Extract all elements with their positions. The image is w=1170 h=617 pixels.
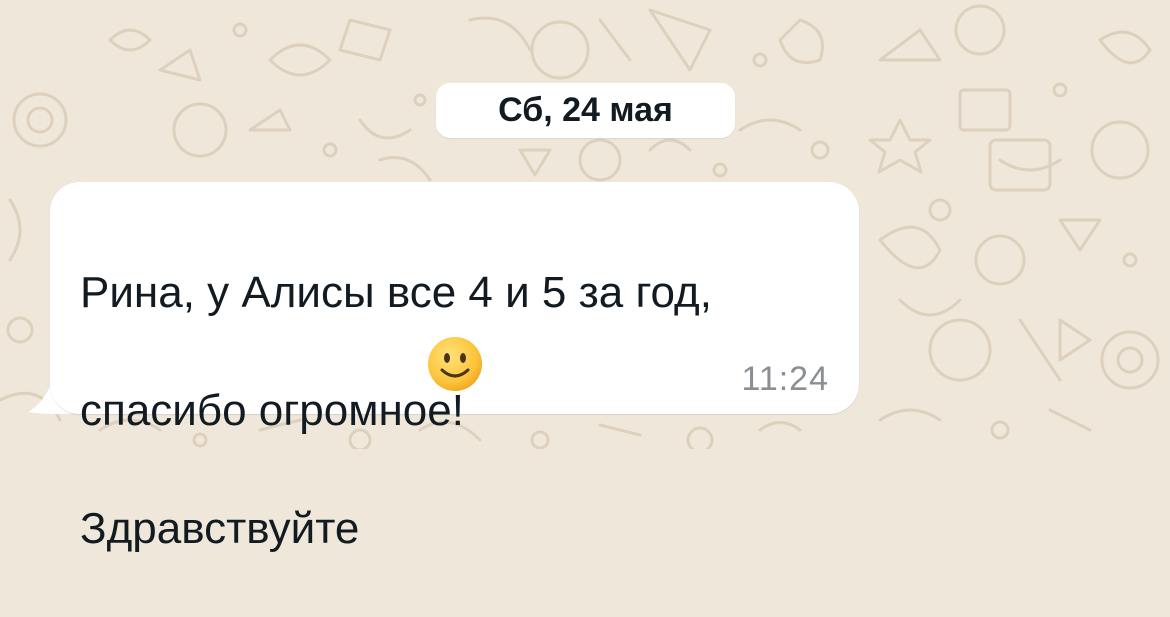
message-line-1: Рина, у Алисы все 4 и 5 за год,	[80, 268, 712, 317]
message-timestamp: 11:24	[741, 360, 829, 398]
incoming-message-bubble[interactable]: Рина, у Алисы все 4 и 5 за год, спасибо …	[50, 182, 859, 553]
message-text: Рина, у Алисы все 4 и 5 за год, спасибо …	[80, 204, 712, 617]
message-line-3: Здравствуйте	[80, 504, 360, 553]
date-separator-label: Сб, 24 мая	[498, 91, 673, 129]
smiling-face-icon	[428, 337, 482, 391]
date-separator: Сб, 24 мая	[436, 83, 735, 138]
message-line-2: спасибо огромное!	[80, 386, 464, 435]
